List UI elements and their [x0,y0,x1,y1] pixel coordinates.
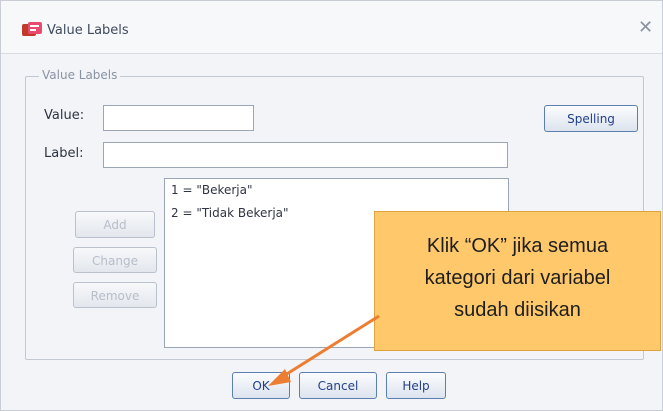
callout-line-2: kategori dari variabel [424,267,611,289]
cancel-button[interactable]: Cancel [299,372,377,399]
list-item[interactable]: 1 = "Bekerja" [165,179,508,202]
instruction-callout: Klik “OK” jika semua kategori dari varia… [374,211,661,351]
spelling-button[interactable]: Spelling [544,105,638,132]
close-icon[interactable]: ✕ [638,18,653,38]
label-field-label: Label: [44,146,84,161]
callout-line-3: sudah diisikan [454,299,581,321]
value-field-label: Value: [44,108,85,123]
dialog-title: Value Labels [47,23,129,38]
remove-button[interactable]: Remove [73,282,157,308]
ok-button[interactable]: OK [232,372,290,399]
spss-app-icon [22,22,42,36]
title-bar: Value Labels ✕ [1,1,662,54]
help-button[interactable]: Help [386,372,446,399]
group-title: Value Labels [39,68,121,82]
add-button[interactable]: Add [75,211,155,238]
callout-text: Klik “OK” jika semua kategori dari varia… [375,230,660,326]
callout-line-1: Klik “OK” jika semua [426,235,609,257]
change-button[interactable]: Change [73,247,157,273]
value-input[interactable] [103,105,254,131]
label-input[interactable] [103,142,508,168]
